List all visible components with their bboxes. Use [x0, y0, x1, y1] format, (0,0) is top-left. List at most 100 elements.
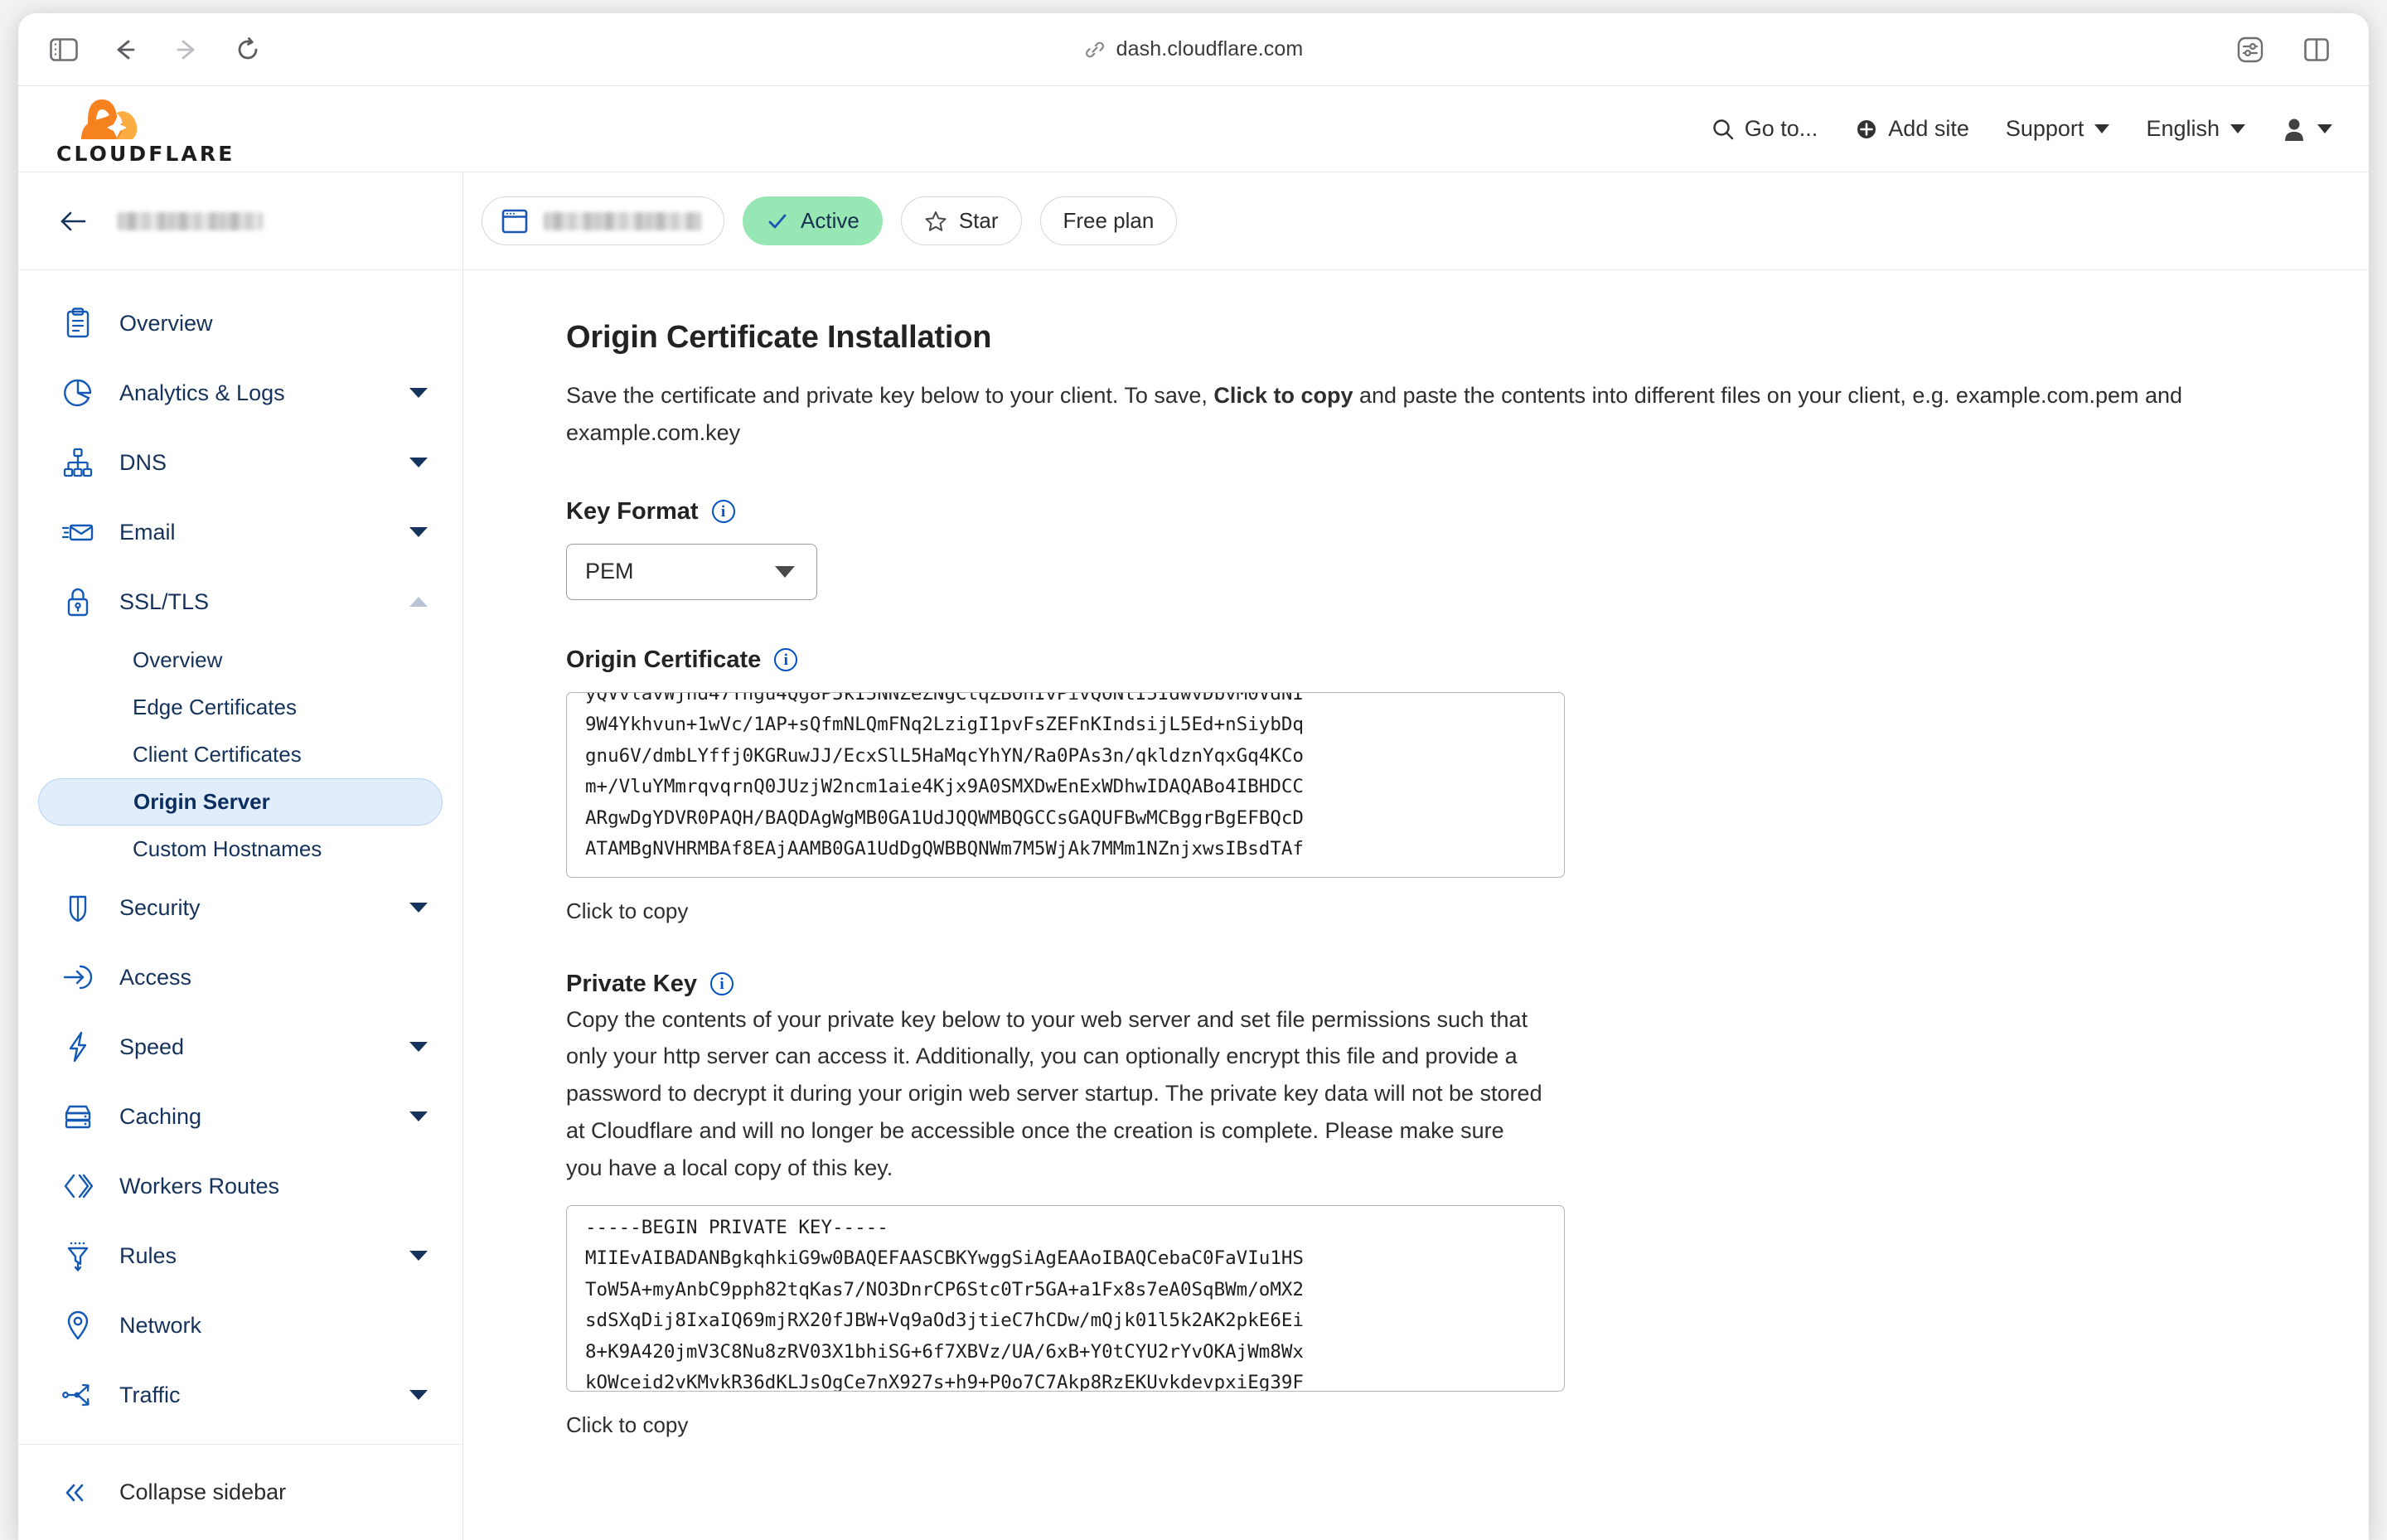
sidebar-subitem-edge-certificates[interactable]: Edge Certificates — [38, 684, 443, 731]
zone-selector[interactable] — [482, 196, 724, 245]
private-key-textarea[interactable]: -----BEGIN PRIVATE KEY----- MIIEvAIBADAN… — [566, 1204, 1565, 1392]
main-content: Active Star Free plan Origin Certificate… — [463, 172, 2369, 1540]
chevron-up-icon[interactable] — [409, 597, 428, 607]
star-icon — [925, 211, 947, 231]
sidebar-item-caching[interactable]: Caching — [18, 1082, 462, 1151]
sidebar-item-label: Network — [119, 1312, 202, 1338]
sidebar-subitem-label: Client Certificates — [133, 742, 302, 767]
chevron-down-icon[interactable] — [409, 903, 428, 913]
browser-window-icon — [501, 209, 528, 233]
search-icon — [1713, 119, 1733, 139]
status-badge: Active — [743, 196, 883, 245]
check-icon — [768, 214, 787, 228]
chevron-down-icon[interactable] — [409, 1042, 428, 1052]
cloudflare-cloud-icon — [81, 99, 138, 139]
split-view-icon[interactable] — [2293, 26, 2341, 74]
private-key-content: -----BEGIN PRIVATE KEY----- MIIEvAIBADAN… — [585, 1216, 1304, 1392]
lock-icon — [60, 584, 96, 620]
sidebar-toggle-icon[interactable] — [40, 26, 88, 74]
sidebar-item-label: Workers Routes — [119, 1173, 280, 1199]
sidebar-item-workers-routes[interactable]: Workers Routes — [18, 1151, 462, 1221]
url-text: dash.cloudflare.com — [1116, 37, 1304, 61]
sidebar-item-email[interactable]: Email — [18, 497, 462, 567]
server-stack-icon — [60, 1098, 96, 1135]
map-pin-icon — [60, 1307, 96, 1344]
sidebar-back-to-zones[interactable] — [18, 172, 462, 270]
double-chevron-left-icon — [65, 1484, 84, 1501]
sidebar-subitem-origin-server[interactable]: Origin Server — [38, 778, 443, 826]
origin-certificate-textarea[interactable]: yQVvlavWjnd47Yngu4Qg8P5kI5NNZeZNgCtqZBOh… — [566, 691, 1565, 878]
star-zone-button[interactable]: Star — [900, 196, 1022, 245]
go-to-label: Go to... — [1744, 116, 1818, 141]
sidebar-item-label: Traffic — [119, 1382, 181, 1407]
chevron-down-icon — [2317, 124, 2332, 133]
back-arrow-icon[interactable] — [101, 26, 149, 74]
sidebar-subitem-custom-hostnames[interactable]: Custom Hostnames — [38, 826, 443, 873]
extensions-icon[interactable] — [2226, 26, 2274, 74]
chevron-down-icon — [2230, 124, 2245, 133]
private-key-copy-label[interactable]: Click to copy — [566, 1412, 2369, 1438]
sidebar-item-security[interactable]: Security — [18, 873, 462, 942]
language-label: English — [2146, 116, 2220, 141]
cloudflare-logo[interactable]: CLOUDFLARE — [56, 93, 235, 166]
chevron-down-icon[interactable] — [409, 1251, 428, 1261]
chevron-down-icon[interactable] — [409, 388, 428, 398]
sidebar-item-rules[interactable]: Rules — [18, 1221, 462, 1291]
sidebar-item-network[interactable]: Network — [18, 1291, 462, 1360]
key-format-select[interactable]: PEM — [566, 543, 817, 600]
sidebar-zone-name-redacted — [118, 211, 263, 230]
private-key-description: Copy the contents of your private key be… — [566, 1006, 1542, 1180]
sidebar-subitem-overview[interactable]: Overview — [38, 637, 443, 684]
info-icon[interactable]: i — [710, 972, 734, 996]
plus-circle-icon — [1857, 119, 1876, 138]
sidebar-item-analytics-logs[interactable]: Analytics & Logs — [18, 358, 462, 428]
sidebar-item-ssl-tls[interactable]: SSL/TLS — [18, 567, 462, 637]
origin-certificate-label-row: Origin Certificate i — [566, 647, 2369, 674]
page-description-part1: Save the certificate and private key bel… — [566, 383, 1214, 408]
sidebar-subitem-client-certificates[interactable]: Client Certificates — [38, 731, 443, 778]
private-key-label: Private Key — [566, 970, 697, 997]
origin-certificate-label: Origin Certificate — [566, 646, 762, 673]
envelope-icon — [60, 514, 96, 550]
key-format-value: PEM — [585, 559, 634, 584]
info-icon[interactable]: i — [711, 500, 735, 524]
sidebar-item-dns[interactable]: DNS — [18, 428, 462, 497]
sidebar-item-speed[interactable]: Speed — [18, 1012, 462, 1082]
bolt-icon — [60, 1029, 96, 1065]
origin-certificate-copy-label[interactable]: Click to copy — [566, 898, 2369, 924]
user-account-menu[interactable] — [2282, 116, 2332, 143]
sidebar-item-label: Overview — [119, 310, 213, 336]
key-format-label-row: Key Format i — [566, 498, 2369, 525]
collapse-sidebar-button[interactable]: Collapse sidebar — [18, 1444, 462, 1540]
sidebar-subitem-label: Overview — [133, 647, 223, 672]
support-menu[interactable]: Support — [2006, 116, 2110, 142]
address-bar[interactable]: dash.cloudflare.com — [18, 37, 2369, 61]
info-icon[interactable]: i — [774, 648, 798, 672]
add-site-label: Add site — [1888, 116, 1969, 141]
link-icon — [1085, 41, 1104, 57]
private-key-label-row: Private Key i — [566, 971, 2369, 998]
language-menu[interactable]: English — [2146, 116, 2245, 142]
chevron-down-icon[interactable] — [409, 1111, 428, 1121]
page-description-emphasis: Click to copy — [1213, 383, 1353, 408]
collapse-sidebar-label: Collapse sidebar — [119, 1479, 287, 1504]
sidebar-item-access[interactable]: Access — [18, 942, 462, 1012]
sidebar-item-label: Rules — [119, 1242, 177, 1268]
chevron-down-icon[interactable] — [409, 1390, 428, 1400]
status-label: Active — [801, 208, 859, 233]
sidebar-item-label: SSL/TLS — [119, 588, 210, 614]
sidebar-item-label: Access — [119, 964, 192, 990]
chevron-down-icon[interactable] — [409, 527, 428, 537]
chevron-down-icon — [775, 565, 795, 578]
plan-label: Free plan — [1063, 208, 1155, 233]
go-to-search-button[interactable]: Go to... — [1711, 116, 1818, 142]
zone-name-redacted — [544, 211, 701, 230]
reload-icon[interactable] — [224, 26, 272, 74]
sidebar: Overview Analytics & Logs DNS Email SSL/… — [18, 172, 463, 1540]
forward-arrow-icon[interactable] — [162, 26, 211, 74]
chevron-down-icon[interactable] — [409, 458, 428, 467]
sidebar-item-traffic[interactable]: Traffic — [18, 1360, 462, 1430]
sidebar-nav-list: Overview Analytics & Logs DNS Email SSL/… — [18, 270, 462, 1444]
add-site-button[interactable]: Add site — [1854, 116, 1969, 142]
sidebar-item-overview[interactable]: Overview — [18, 288, 462, 358]
